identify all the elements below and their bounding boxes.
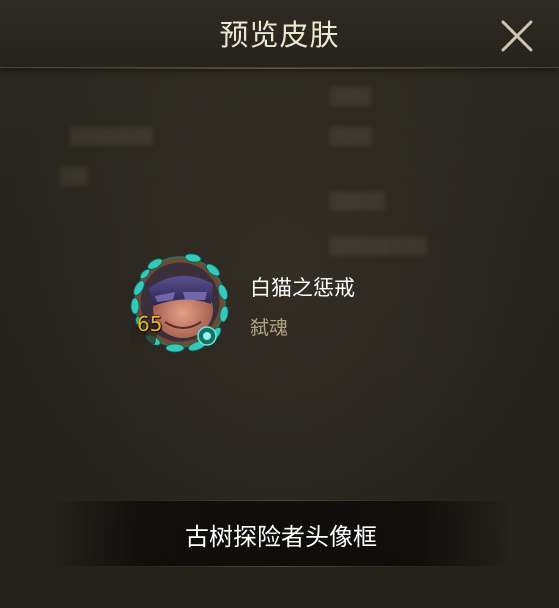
preview-skin-dialog: ▇▇▇▇▇▇ ▇▇ ▇▇▇ ▇▇▇ ▇▇▇▇ ▇▇▇▇▇▇▇ 预览皮肤 65 白… xyxy=(0,0,559,608)
avatar-frame xyxy=(125,248,235,356)
dialog-header: 预览皮肤 xyxy=(0,0,559,69)
frame-name: 古树探险者头像框 xyxy=(185,523,377,551)
ancient-tree-avatar-frame-icon xyxy=(130,253,229,353)
background-blur: ▇▇▇▇▇▇ xyxy=(70,125,154,146)
background-blur: ▇▇▇▇▇▇▇ xyxy=(330,235,427,256)
close-button[interactable] xyxy=(495,14,539,58)
background-blur: ▇▇ xyxy=(60,165,88,186)
background-blur: ▇▇▇ xyxy=(330,125,372,146)
background-blur: ▇▇▇ xyxy=(330,85,372,106)
close-icon xyxy=(501,20,533,52)
skin-subtitle: 弑魂 xyxy=(250,317,289,339)
dialog-title: 预览皮肤 xyxy=(219,18,340,52)
frame-name-banner: 古树探险者头像框 xyxy=(50,500,512,567)
level-badge: 65 xyxy=(137,312,163,336)
background-blur: ▇▇▇▇ xyxy=(330,190,386,211)
skin-name: 白猫之惩戒 xyxy=(250,276,355,300)
